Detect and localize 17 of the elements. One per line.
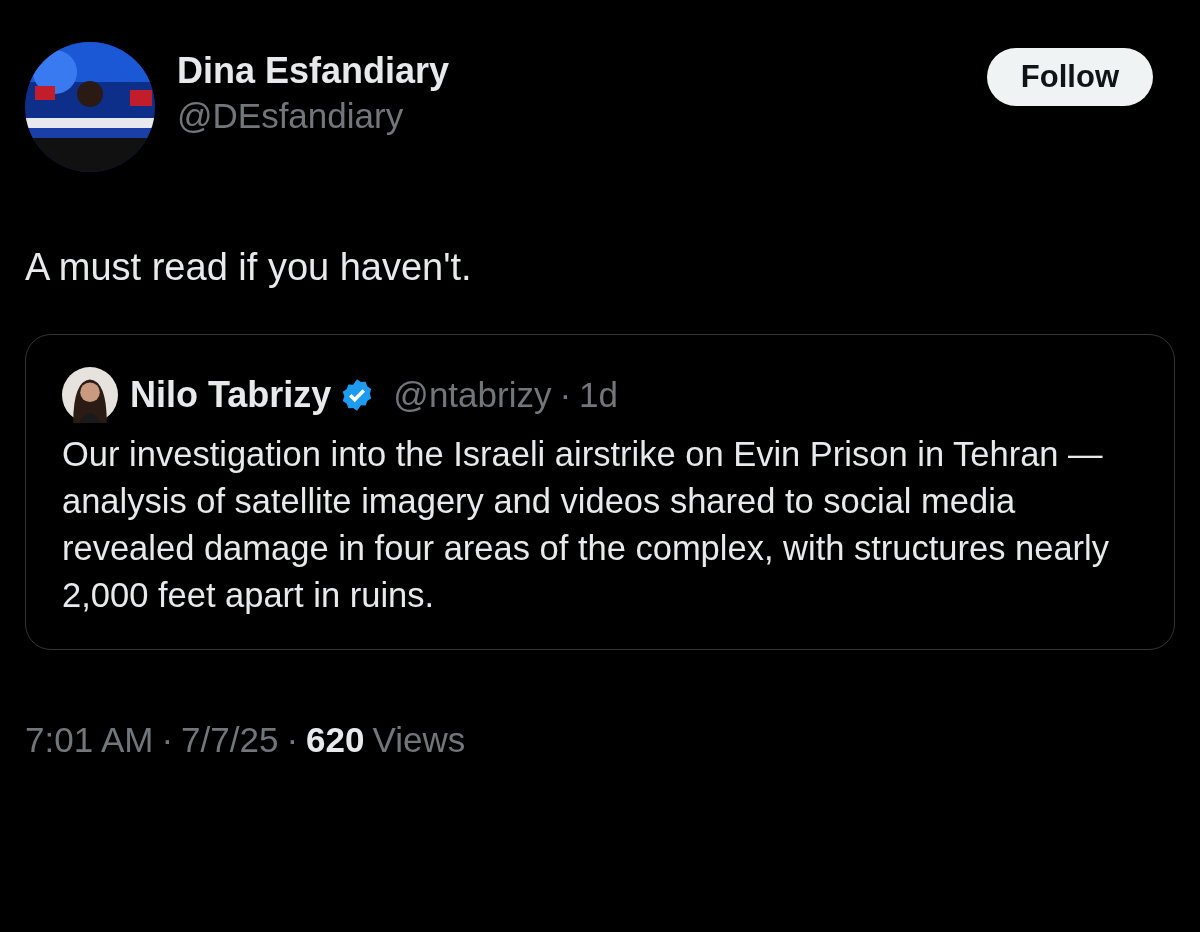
quoted-post-text: Our investigation into the Israeli airstrike on Evin Prison in Tehran — analysis of satellite imagery and videos shared to social media revealed damage in four areas of the complex, with structures nearly 2,000 feet apart in ruins. <box>62 434 1111 616</box>
author-handle[interactable]: @DEsfandiary <box>177 96 450 136</box>
author-name[interactable]: Dina Esfandiary <box>177 50 450 92</box>
post-time: 7:01 AM <box>25 720 154 760</box>
quoted-author-name: Nilo Tabrizy <box>130 374 332 416</box>
post-time: 1d <box>579 375 619 415</box>
view-count: 620 <box>306 720 365 760</box>
avatar-icon <box>62 367 118 423</box>
separator-dot: · <box>559 375 572 415</box>
views-label: Views <box>372 720 466 760</box>
separator-dot: · <box>286 720 299 760</box>
quoted-post-card[interactable] <box>25 334 1175 650</box>
separator-dot: · <box>161 720 174 760</box>
quoted-author-handle: @ntabrizy <box>393 375 552 415</box>
follow-button[interactable]: Follow <box>986 48 1153 106</box>
post-date: 7/7/25 <box>181 720 279 760</box>
post-text: A must read if you haven't. <box>25 245 473 290</box>
